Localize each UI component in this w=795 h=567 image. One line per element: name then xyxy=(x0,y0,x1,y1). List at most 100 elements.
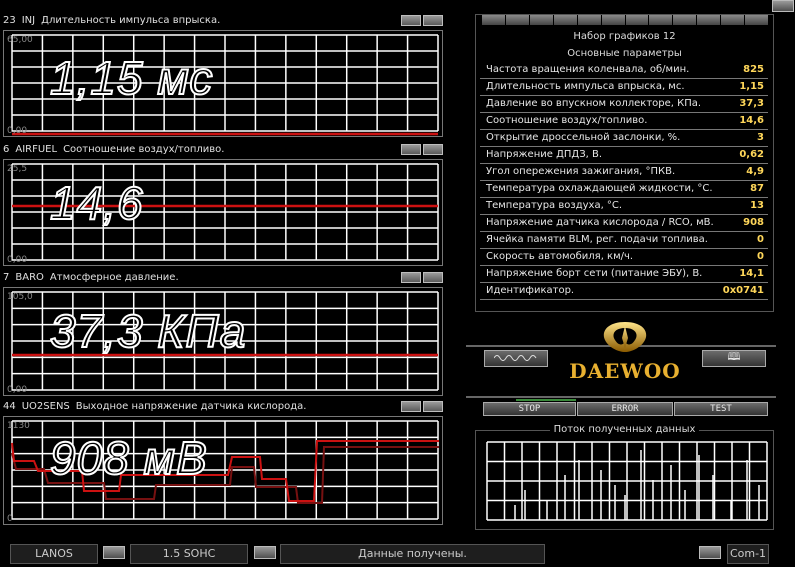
daewoo-logo: DAEWOO xyxy=(560,318,690,384)
graph-config-button[interactable] xyxy=(423,144,443,155)
stop-button[interactable]: STOP xyxy=(483,402,576,416)
param-label: Давление во впускном коллекторе, КПа. xyxy=(486,98,702,109)
graph-minimize-button[interactable] xyxy=(401,15,421,26)
param-value: 14,6 xyxy=(739,115,764,126)
graph-config-button[interactable] xyxy=(423,401,443,412)
param-value: 14,1 xyxy=(739,268,764,279)
graph-minimize-button[interactable] xyxy=(401,272,421,283)
graph-minimize-button[interactable] xyxy=(401,144,421,155)
param-row[interactable]: Температура охлаждающей жидкости, °С. 87 xyxy=(480,181,768,198)
param-label: Угол опережения зажигания, °ПКВ. xyxy=(486,166,676,177)
y-axis-min-label: 0,00 xyxy=(7,126,28,136)
car-model-button[interactable] xyxy=(103,546,125,559)
graph-title: 7 BARO Атмосферное давление. xyxy=(3,271,443,285)
graph-value-display: 37,3 КПа xyxy=(49,305,247,357)
graph-number: 23 xyxy=(3,15,16,26)
port-button[interactable] xyxy=(699,546,721,559)
graph-minimize-button[interactable] xyxy=(401,401,421,412)
param-value: 13 xyxy=(750,200,764,211)
param-label: Напряжение ДПДЗ, В. xyxy=(486,149,603,160)
param-row[interactable]: Частота вращения коленвала, об/мин. 825 xyxy=(480,62,768,79)
param-label: Идентификатор. xyxy=(486,285,575,296)
param-label: Соотношение воздух/топливо. xyxy=(486,115,648,126)
data-stream-title: Поток полученных данных xyxy=(476,424,773,436)
param-label: Температура охлаждающей жидкости, °С. xyxy=(486,183,713,194)
y-axis-max-label: 65,00 xyxy=(7,35,33,45)
param-value: 0 xyxy=(757,251,764,262)
y-axis-min-label: 0 xyxy=(7,514,13,524)
param-row[interactable]: Угол опережения зажигания, °ПКВ. 4,9 xyxy=(480,164,768,181)
param-row[interactable]: Температура воздуха, °С. 13 xyxy=(480,198,768,215)
close-button[interactable] xyxy=(772,0,794,12)
test-button[interactable]: TEST xyxy=(674,402,768,416)
graph-code: BARO xyxy=(15,272,44,283)
y-axis-max-label: 105,0 xyxy=(7,292,33,302)
daewoo-emblem-icon xyxy=(603,322,647,352)
param-label: Длительность импульса впрыска, мс. xyxy=(486,81,685,92)
graph-value-display: 908 мВ xyxy=(49,432,208,484)
wave-icon xyxy=(493,355,537,361)
graph-description: Выходное напряжение датчика кислорода. xyxy=(75,401,307,412)
param-value: 908 xyxy=(743,217,764,228)
graph-config-button[interactable] xyxy=(423,272,443,283)
param-label: Частота вращения коленвала, об/мин. xyxy=(486,64,690,75)
graph-plot: 25,5 0,00 14,6 xyxy=(3,159,443,266)
com-port-field: Com-1 xyxy=(727,544,769,564)
param-value: 3 xyxy=(757,132,764,143)
param-label: Скорость автомобиля, км/ч. xyxy=(486,251,634,262)
stop-indicator xyxy=(516,399,576,401)
book-button[interactable]: 🕮 xyxy=(702,350,766,367)
param-label: Температура воздуха, °С. xyxy=(486,200,623,211)
param-value: 0 xyxy=(757,234,764,245)
y-axis-max-label: 1130 xyxy=(7,421,30,431)
param-label: Ячейка памяти BLM, рег. подачи топлива. xyxy=(486,234,708,245)
engine-field: 1.5 SOHC xyxy=(130,544,248,564)
separator-line-2 xyxy=(466,396,776,398)
y-axis-max-label: 25,5 xyxy=(7,164,28,174)
graph-value-display: 14,6 xyxy=(49,177,144,229)
param-row[interactable]: Открытие дроссельной заслонки, %. 3 xyxy=(480,130,768,147)
y-axis-min-label: 0,00 xyxy=(7,385,28,395)
status-message: Данные получены. xyxy=(280,544,545,564)
param-row[interactable]: Скорость автомобиля, км/ч. 0 xyxy=(480,249,768,266)
book-icon: 🕮 xyxy=(727,350,741,363)
graph-set-selector[interactable] xyxy=(482,15,769,25)
graph-plot: 65,00 0,00 1,15 мс xyxy=(3,30,443,137)
param-value: 825 xyxy=(743,64,764,75)
param-value: 37,3 xyxy=(739,98,764,109)
y-axis-min-label: 0,00 xyxy=(7,255,28,265)
graph-title: 6 AIRFUEL Соотношение воздух/топливо. xyxy=(3,143,443,157)
parameters-table: Частота вращения коленвала, об/мин. 825 Дл… xyxy=(480,62,768,300)
param-value: 0x0741 xyxy=(722,285,764,296)
graph-description: Атмосферное давление. xyxy=(49,272,179,283)
param-row[interactable]: Напряжение датчика кислорода / RCO, мВ. 9… xyxy=(480,215,768,232)
param-row[interactable]: Идентификатор. 0x0741 xyxy=(480,283,768,300)
graph-plot: 105,0 0,00 37,3 КПа xyxy=(3,287,443,396)
param-row[interactable]: Соотношение воздух/топливо. 14,6 xyxy=(480,113,768,130)
engine-button[interactable] xyxy=(254,546,276,559)
param-label: Напряжение датчика кислорода / RCO, мВ. xyxy=(486,217,714,228)
param-label: Напряжение борт сети (питание ЭБУ), В. xyxy=(486,268,703,279)
car-model-field: LANOS xyxy=(10,544,98,564)
param-value: 4,9 xyxy=(746,166,764,177)
param-value: 0,62 xyxy=(739,149,764,160)
graph-config-button[interactable] xyxy=(423,15,443,26)
graph-code: AIRFUEL xyxy=(15,144,58,155)
param-row[interactable]: Напряжение ДПДЗ, В. 0,62 xyxy=(480,147,768,164)
graph-title: 44 UO2SENS Выходное напряжение датчика кис… xyxy=(3,400,443,414)
logo-text: DAEWOO xyxy=(569,359,681,383)
graph-code: INJ xyxy=(21,15,36,26)
param-row[interactable]: Ячейка памяти BLM, рег. подачи топлива. 0 xyxy=(480,232,768,249)
error-button[interactable]: ERROR xyxy=(577,402,673,416)
wave-button[interactable] xyxy=(484,350,548,367)
graph-number: 7 xyxy=(3,272,10,283)
param-row[interactable]: Давление во впускном коллекторе, КПа. 37,… xyxy=(480,96,768,113)
param-row[interactable]: Длительность импульса впрыска, мс. 1,15 xyxy=(480,79,768,96)
section-title: Основные параметры xyxy=(567,48,682,59)
param-row[interactable]: Напряжение борт сети (питание ЭБУ), В. 14… xyxy=(480,266,768,283)
param-value: 87 xyxy=(750,183,764,194)
graph-set-title: Набор графиков 12 xyxy=(573,31,676,42)
param-label: Открытие дроссельной заслонки, %. xyxy=(486,132,681,143)
graph-code: UO2SENS xyxy=(21,401,70,412)
graph-description: Длительность импульса впрыска. xyxy=(41,15,221,26)
